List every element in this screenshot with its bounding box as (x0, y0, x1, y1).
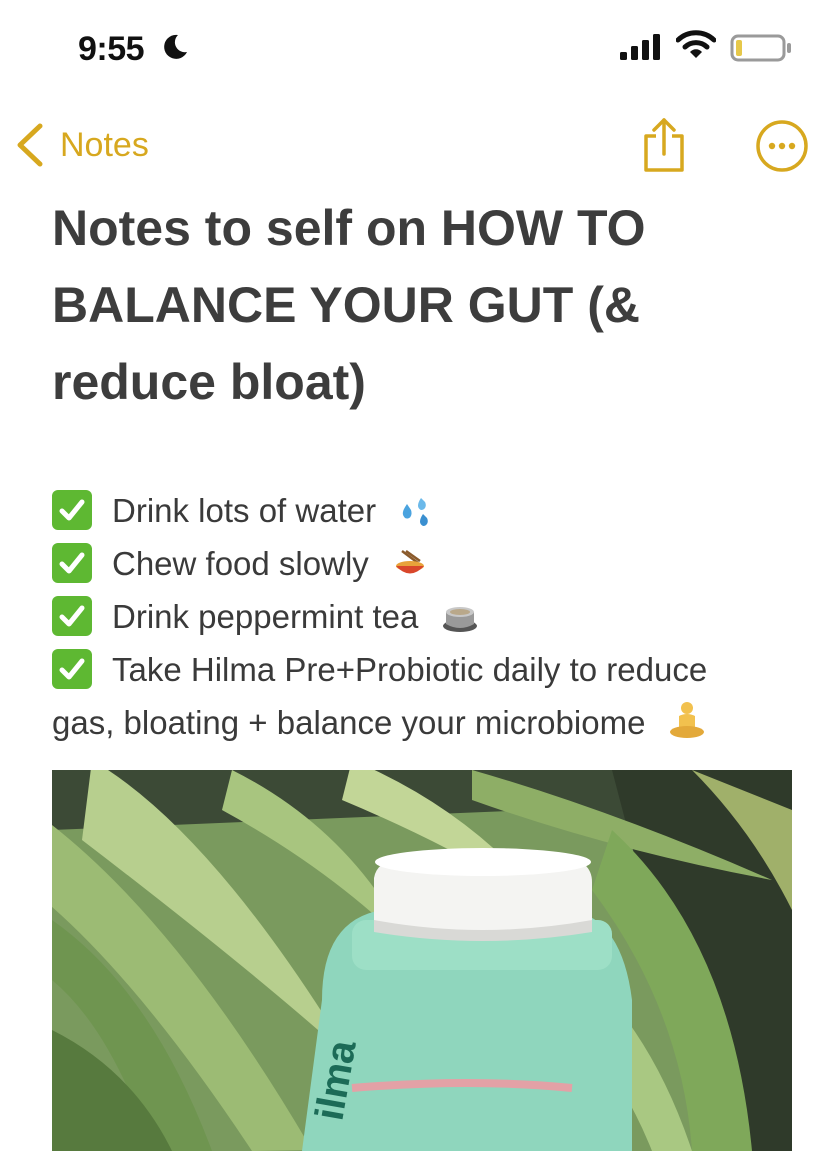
list-item[interactable]: Drink peppermint tea (52, 590, 812, 643)
list-item-text: Drink lots of water (112, 492, 377, 529)
note-title[interactable]: Notes to self on HOW TO BALANCE YOUR GUT… (52, 190, 792, 421)
nav-bar: Notes (0, 110, 831, 180)
food-bowl-icon (395, 549, 424, 574)
checkmark-icon (52, 543, 92, 583)
tea-cup-icon (442, 607, 477, 632)
water-drops-icon (403, 498, 429, 526)
status-time: 9:55 (78, 30, 145, 68)
meditation-icon (669, 702, 704, 738)
list-item-text: Take Hilma Pre+Probiotic daily to reduce (112, 651, 708, 688)
battery-icon (730, 34, 791, 62)
wifi-icon (676, 30, 716, 58)
checkmark-icon (52, 596, 92, 636)
chevron-left-icon (17, 123, 43, 167)
list-item-text: gas, bloating + balance your microbiome (52, 704, 646, 741)
back-label: Notes (60, 125, 149, 164)
moon-icon (164, 34, 187, 59)
list-item-text: Chew food slowly (112, 545, 369, 582)
note-checklist[interactable]: Drink lots of water Chew food slowly Dri… (52, 484, 812, 749)
list-item[interactable]: Drink lots of water (52, 484, 812, 537)
back-button[interactable]: Notes (14, 120, 149, 170)
list-item[interactable]: Chew food slowly (52, 537, 812, 590)
checkmark-icon (52, 649, 92, 689)
checkmark-icon (52, 490, 92, 530)
status-bar: 9:55 (0, 0, 831, 100)
share-icon[interactable] (638, 116, 690, 174)
more-options-icon[interactable] (754, 118, 810, 174)
list-item[interactable]: Take Hilma Pre+Probiotic daily to reduce (52, 643, 812, 696)
list-item-text: Drink peppermint tea (112, 598, 419, 635)
product-photo: ilma (52, 770, 792, 1151)
list-item-continuation[interactable]: gas, bloating + balance your microbiome (52, 696, 812, 749)
cellular-signal-icon (620, 34, 660, 60)
